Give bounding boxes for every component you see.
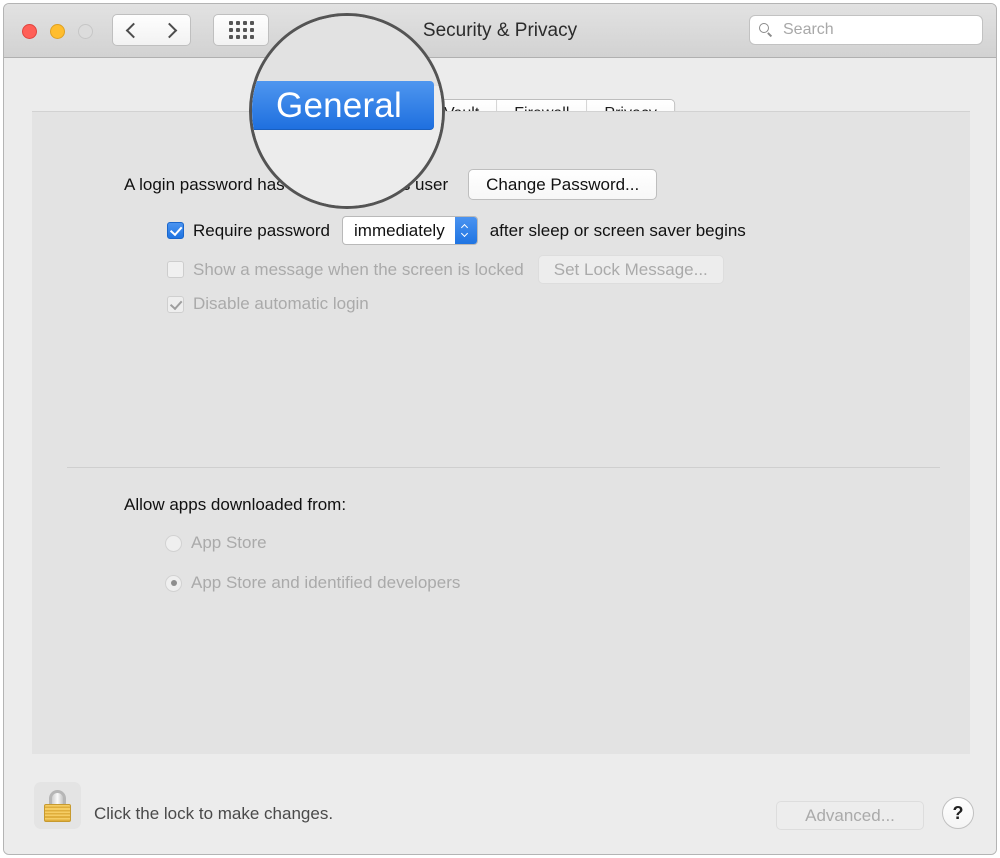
disable-auto-login-label: Disable automatic login bbox=[193, 294, 369, 313]
app-store-and-developers-radio-label: App Store and identified developers bbox=[191, 573, 461, 592]
checkmark-icon bbox=[169, 223, 183, 237]
checkmark-icon bbox=[169, 296, 183, 310]
advanced-button: Advanced... bbox=[776, 801, 924, 830]
help-button[interactable]: ? bbox=[942, 797, 974, 829]
window-toolbar: Security & Privacy bbox=[4, 4, 996, 58]
radio-dot-icon bbox=[170, 580, 177, 586]
require-password-suffix-label: after sleep or screen saver begins bbox=[489, 220, 746, 240]
lock-button[interactable] bbox=[34, 782, 81, 829]
show-lock-message-row: Show a message when the screen is locked… bbox=[167, 255, 724, 284]
preferences-window: Security & Privacy General eVault Firewa… bbox=[3, 3, 997, 855]
magnified-tab-general-label: General bbox=[276, 85, 402, 125]
show-lock-message-label: Show a message when the screen is locked bbox=[193, 259, 524, 279]
allow-apps-heading: Allow apps downloaded from: bbox=[124, 495, 347, 514]
require-password-checkbox[interactable] bbox=[167, 222, 184, 239]
disable-auto-login-row: Disable automatic login bbox=[167, 294, 369, 314]
magnifier-loupe: General bbox=[249, 13, 445, 209]
radio-row-app-store-and-developers: App Store and identified developers bbox=[165, 573, 460, 593]
general-pane: A login password has been set for this u… bbox=[32, 111, 970, 754]
search-icon bbox=[759, 22, 774, 38]
show-lock-message-checkbox bbox=[167, 261, 184, 278]
require-password-popup-value: immediately bbox=[354, 220, 445, 240]
section-divider bbox=[67, 467, 940, 468]
padlock-closed-icon bbox=[44, 789, 71, 822]
tab-bar: General eVault Firewall Privacy bbox=[4, 58, 996, 129]
magnifier-content: General bbox=[252, 16, 442, 206]
magnified-tab-general[interactable]: General bbox=[252, 81, 434, 130]
require-password-popup-button[interactable]: immediately bbox=[342, 216, 478, 245]
require-password-row: Require password immediately after sleep… bbox=[167, 216, 746, 245]
chevron-updown-icon bbox=[454, 217, 477, 244]
search-field[interactable] bbox=[749, 15, 983, 45]
app-store-and-developers-radio bbox=[165, 574, 182, 592]
change-password-button[interactable]: Change Password... bbox=[468, 169, 658, 200]
require-password-label: Require password bbox=[193, 220, 331, 240]
disable-auto-login-checkbox bbox=[167, 295, 184, 313]
app-store-radio bbox=[165, 534, 182, 552]
set-lock-message-button: Set Lock Message... bbox=[537, 255, 724, 284]
app-store-radio-label: App Store bbox=[191, 533, 267, 552]
search-input[interactable] bbox=[781, 20, 970, 40]
radio-row-app-store: App Store bbox=[165, 533, 267, 553]
lock-hint-text: Click the lock to make changes. bbox=[94, 804, 334, 823]
